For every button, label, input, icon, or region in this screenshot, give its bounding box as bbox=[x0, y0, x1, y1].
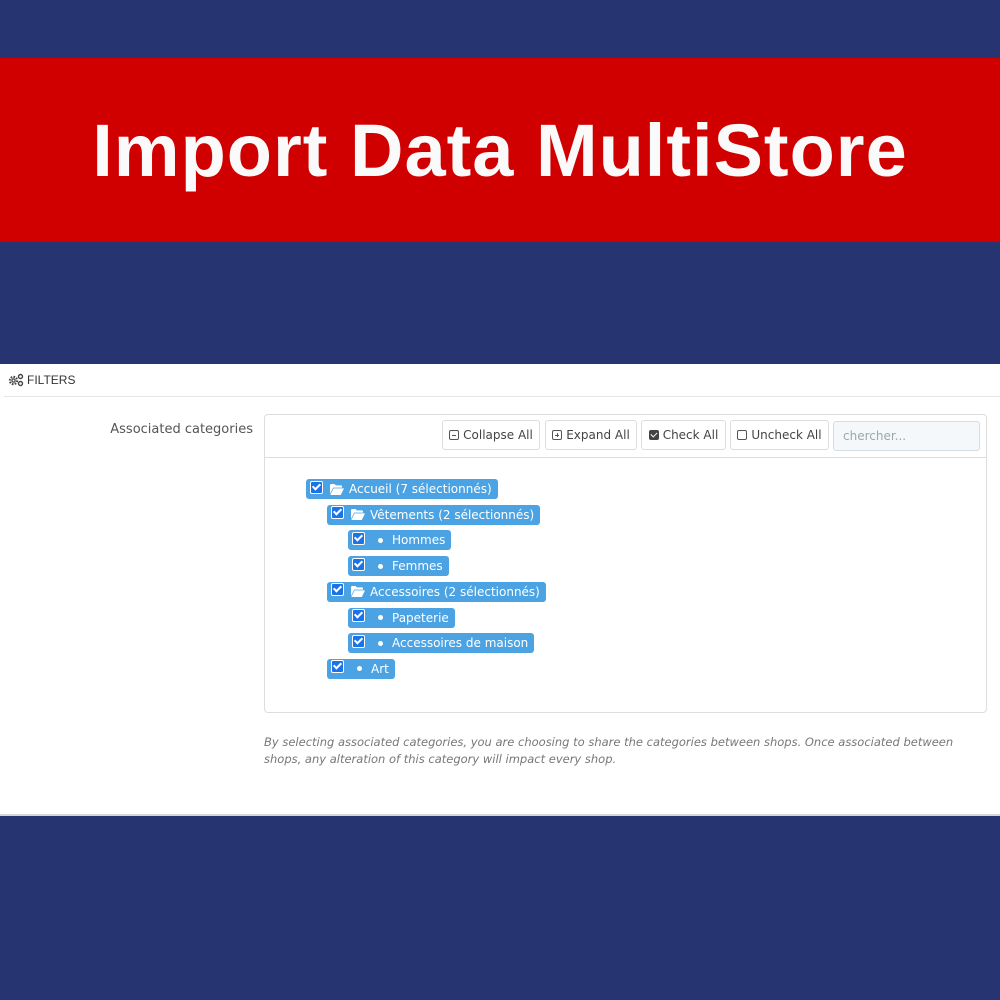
title-banner: Import Data MultiStore bbox=[0, 58, 1000, 242]
tree-node[interactable]: Accessoires de maison bbox=[348, 633, 535, 654]
panel-title: FILTERS bbox=[27, 373, 76, 387]
associated-categories-label: Associated categories bbox=[110, 422, 253, 437]
node-checkbox[interactable] bbox=[352, 531, 365, 545]
help-text: By selecting associated categories, you … bbox=[264, 735, 954, 766]
banner-title: Import Data MultiStore bbox=[92, 108, 908, 192]
check-all-button[interactable]: Check All bbox=[641, 420, 726, 450]
checked-square-icon bbox=[648, 430, 659, 440]
node-label: Accueil (7 sélectionnés) bbox=[349, 482, 492, 496]
node-checkbox[interactable] bbox=[352, 557, 365, 571]
collapse-all-button[interactable]: Collapse All bbox=[442, 420, 540, 450]
uncheck-all-label: Uncheck All bbox=[751, 428, 822, 442]
tree-node[interactable]: Accessoires (2 sélectionnés) bbox=[327, 581, 546, 602]
node-label: Femmes bbox=[392, 559, 443, 574]
tree-node[interactable]: Papeterie bbox=[348, 607, 455, 628]
node-checkbox[interactable] bbox=[310, 480, 323, 494]
tree-node[interactable]: Accueil (7 sélectionnés) bbox=[306, 479, 498, 499]
gears-icon bbox=[8, 373, 24, 387]
node-label: Papeterie bbox=[392, 610, 449, 625]
node-checkbox[interactable] bbox=[352, 634, 365, 648]
category-tree: Collapse All Expand All Check All Unchec… bbox=[264, 414, 987, 713]
bullet-icon bbox=[378, 640, 383, 646]
bullet-icon bbox=[378, 615, 383, 620]
expand-all-label: Expand All bbox=[566, 428, 630, 442]
node-label: Hommes bbox=[392, 533, 446, 548]
tree-node[interactable]: Art bbox=[327, 658, 395, 679]
panel-header: FILTERS bbox=[4, 364, 1000, 397]
node-checkbox[interactable] bbox=[331, 506, 344, 520]
expand-icon bbox=[552, 430, 563, 440]
filters-panel: FILTERS Associated categories Collapse A… bbox=[0, 364, 1000, 816]
folder-open-icon bbox=[351, 509, 365, 521]
check-all-label: Check All bbox=[662, 428, 719, 442]
uncheck-all-button[interactable]: Uncheck All bbox=[730, 420, 829, 450]
bullet-icon bbox=[357, 666, 362, 672]
empty-square-icon bbox=[737, 430, 748, 440]
folder-open-icon bbox=[330, 483, 344, 495]
tree-node[interactable]: Hommes bbox=[348, 530, 452, 551]
collapse-icon bbox=[449, 430, 460, 440]
tree-node[interactable]: Femmes bbox=[348, 556, 449, 577]
tree-toolbar: Collapse All Expand All Check All Unchec… bbox=[265, 415, 986, 458]
node-label: Art bbox=[371, 661, 389, 676]
node-checkbox[interactable] bbox=[352, 609, 365, 622]
node-label: Accessoires (2 sélectionnés) bbox=[370, 584, 540, 599]
tree-node[interactable]: Vêtements (2 sélectionnés) bbox=[327, 504, 541, 525]
bullet-icon bbox=[378, 537, 383, 543]
expand-all-button[interactable]: Expand All bbox=[545, 420, 637, 450]
bullet-icon bbox=[378, 563, 383, 569]
category-search-input[interactable] bbox=[833, 421, 980, 451]
folder-open-icon bbox=[351, 586, 365, 598]
node-checkbox[interactable] bbox=[331, 583, 344, 597]
node-label: Accessoires de maison bbox=[392, 636, 529, 651]
node-checkbox[interactable] bbox=[331, 660, 344, 674]
collapse-all-label: Collapse All bbox=[463, 428, 533, 442]
node-label: Vêtements (2 sélectionnés) bbox=[370, 507, 535, 522]
